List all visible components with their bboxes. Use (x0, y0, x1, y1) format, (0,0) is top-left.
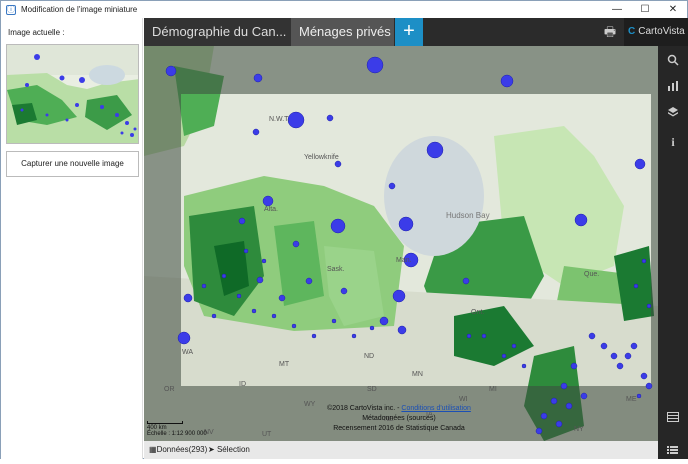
map-label-hudson-bay: Hudson Bay (446, 211, 490, 220)
cartovista-logo: C CartoVista (624, 18, 688, 46)
scale-ratio: Échelle : 1:12 900 000 (147, 431, 207, 437)
app-icon: ⓘ (6, 4, 16, 15)
status-bar: ▦Données(293) ➤ Sélection (144, 441, 658, 459)
minimize-button[interactable]: — (603, 1, 631, 18)
map-label-sask: Sask. (327, 266, 345, 273)
map-label-nwt: N.W.T. (269, 116, 290, 123)
selection-label: Sélection (216, 445, 250, 454)
map-label-or: OR (164, 386, 175, 393)
map-label-man: Man. (396, 257, 412, 264)
title-bar: ⓘ Modification de l'image miniature — ☐ … (1, 1, 687, 18)
print-icon[interactable]: 🖶 (596, 18, 624, 46)
map-label-ont: Ont. (471, 309, 484, 316)
terms-link[interactable]: Conditions d'utilisation (401, 405, 470, 412)
scale-bar (147, 421, 183, 424)
map-label-mi: MI (489, 386, 497, 393)
map-label-ut: UT (262, 431, 272, 438)
map-label-me: ME (626, 396, 637, 403)
thumbnail-map-image (7, 45, 138, 143)
tab-demography[interactable]: Démographie du Can... (144, 18, 291, 46)
maximize-button[interactable]: ☐ (631, 1, 659, 18)
data-button[interactable]: ▦Données(293) (149, 441, 207, 459)
add-tab-button[interactable]: + (395, 18, 423, 46)
info-icon[interactable]: i (658, 130, 688, 154)
map-label-id: ID (239, 381, 246, 388)
census-source: Recensement 2016 de Statistique Canada (333, 425, 465, 432)
list-button[interactable] (658, 441, 688, 459)
copyright-text: ©2018 CartoVista inc. - (327, 405, 400, 412)
data-count-label: Données(293) (156, 445, 208, 454)
close-button[interactable]: ✕ (659, 1, 687, 18)
metadata-link[interactable]: Métadonnées (sources) (362, 415, 436, 422)
search-icon[interactable] (658, 50, 688, 74)
dialog-window: ⓘ Modification de l'image miniature — ☐ … (0, 0, 688, 459)
window-title: Modification de l'image miniature (21, 5, 138, 14)
map-app: Démographie du Can... Ménages privés▼ + … (144, 18, 688, 459)
map-label-sd: SD (367, 386, 377, 393)
current-image-label: Image actuelle : (8, 28, 65, 37)
capture-new-image-button[interactable]: Capturer une nouvelle image (6, 151, 139, 177)
selection-button[interactable]: ➤ Sélection (208, 441, 250, 459)
map-label-wi: WI (459, 396, 468, 403)
map-label-wa: WA (182, 349, 193, 356)
map-canvas[interactable]: N.W.T. Yellowknife Hudson Bay Alta. Sask… (144, 46, 658, 441)
cursor-icon: ➤ (208, 445, 215, 454)
grid-icon: ▦ (149, 445, 157, 454)
map-label-yellowknife: Yellowknife (304, 154, 339, 161)
map-label-nd: ND (364, 353, 374, 360)
thumbnail-panel: Image actuelle : Capturer une nouvelle i… (1, 18, 143, 459)
list-icon (667, 446, 678, 454)
map-tools-bar: i (658, 46, 688, 441)
map-label-ny: NY (574, 426, 584, 433)
app-toolbar: Démographie du Can... Ménages privés▼ + … (144, 18, 688, 46)
map-label-mt: MT (279, 361, 290, 368)
map-attribution: ©2018 CartoVista inc. - Conditions d'uti… (299, 404, 499, 434)
current-thumbnail (6, 44, 139, 144)
map-label-que: Que. (584, 271, 599, 278)
map-label-alta: Alta. (264, 206, 278, 213)
brand-mark: C (628, 26, 636, 37)
bar-chart-icon[interactable] (658, 76, 688, 100)
tab-households[interactable]: Ménages privés▼ (291, 18, 403, 46)
brand-name: CartoVista (638, 26, 685, 37)
map-label-mn: MN (412, 371, 423, 378)
map-svg[interactable]: N.W.T. Yellowknife Hudson Bay Alta. Sask… (144, 46, 658, 441)
tab-households-label: Ménages privés (299, 24, 391, 39)
map-scale: 400 km Échelle : 1:12 900 000 (147, 421, 207, 437)
layers-icon[interactable] (658, 102, 688, 126)
table-icon[interactable] (658, 406, 688, 430)
